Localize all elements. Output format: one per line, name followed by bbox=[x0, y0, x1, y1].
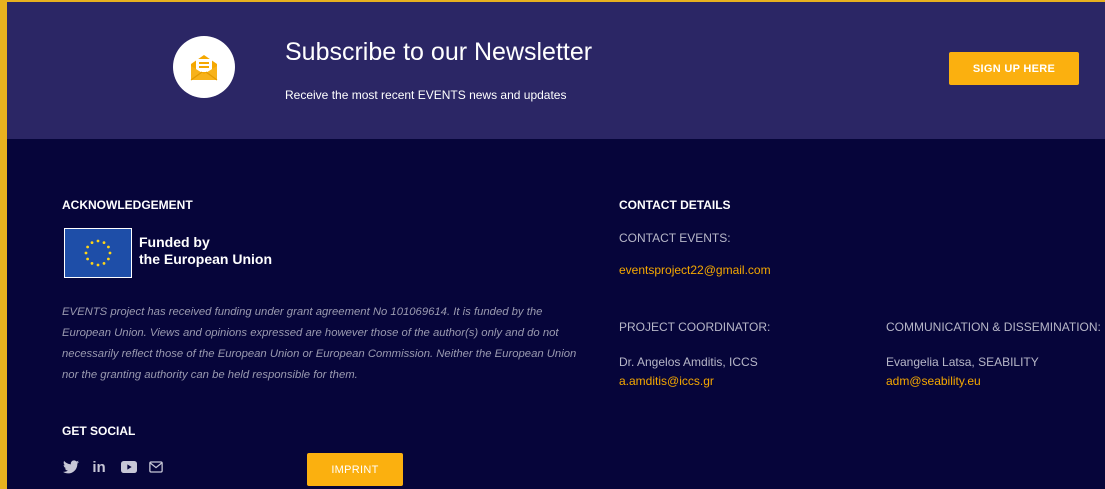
eu-funding-label: Funded by the European Union bbox=[139, 234, 272, 268]
twitter-icon[interactable] bbox=[62, 457, 80, 477]
contact-events-email[interactable]: eventsproject22@gmail.com bbox=[619, 263, 771, 277]
eu-line-2: the European Union bbox=[139, 251, 272, 267]
newsletter-subtitle: Receive the most recent EVENTS news and … bbox=[285, 88, 567, 102]
contact-events-label: CONTACT EVENTS: bbox=[619, 231, 731, 245]
newsletter-banner: Subscribe to our Newsletter Receive the … bbox=[7, 2, 1105, 139]
envelope-letter-icon bbox=[173, 36, 235, 98]
linkedin-icon[interactable]: in bbox=[89, 457, 109, 477]
eu-line-1: Funded by bbox=[139, 234, 210, 250]
email-icon[interactable] bbox=[147, 457, 165, 477]
imprint-button[interactable]: IMPRINT bbox=[307, 453, 403, 486]
communication-email[interactable]: adm@seability.eu bbox=[886, 374, 981, 388]
project-coordinator-name: Dr. Angelos Amditis, ICCS bbox=[619, 355, 758, 369]
social-heading: GET SOCIAL bbox=[62, 424, 136, 438]
acknowledgement-heading: ACKNOWLEDGEMENT bbox=[62, 198, 193, 212]
eu-flag-icon bbox=[64, 228, 132, 278]
contact-heading: CONTACT DETAILS bbox=[619, 198, 731, 212]
newsletter-title: Subscribe to our Newsletter bbox=[285, 38, 593, 66]
communication-label: COMMUNICATION & DISSEMINATION: bbox=[886, 320, 1101, 334]
funding-disclaimer: EVENTS project has received funding unde… bbox=[62, 306, 577, 381]
project-coordinator-label: PROJECT COORDINATOR: bbox=[619, 320, 771, 334]
communication-name: Evangelia Latsa, SEABILITY bbox=[886, 355, 1039, 369]
youtube-icon[interactable] bbox=[120, 457, 138, 477]
sign-up-button[interactable]: SIGN UP HERE bbox=[949, 52, 1079, 85]
project-coordinator-email[interactable]: a.amditis@iccs.gr bbox=[619, 374, 714, 388]
footer-frame: Subscribe to our Newsletter Receive the … bbox=[7, 2, 1105, 489]
